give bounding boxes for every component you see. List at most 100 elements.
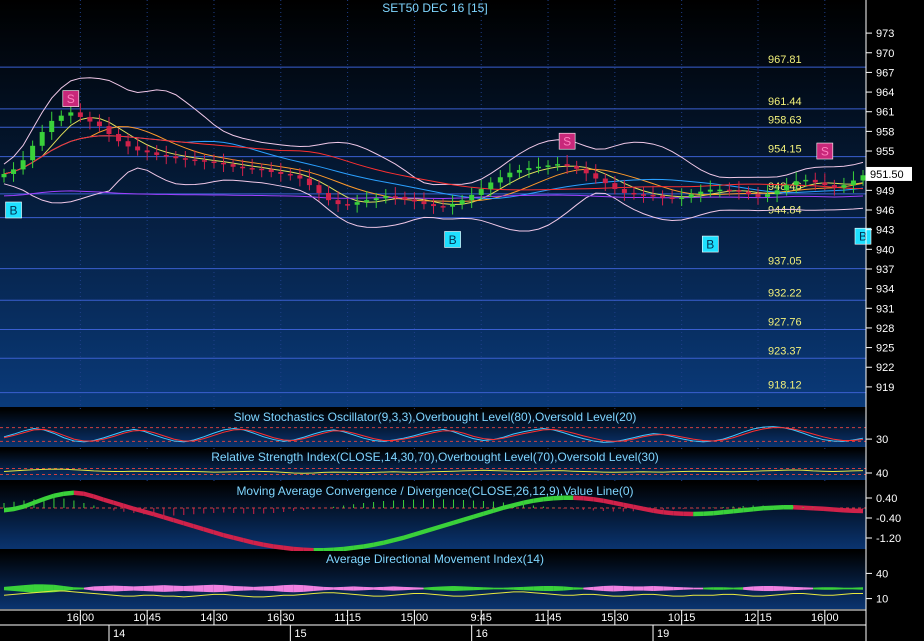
- price-level-label: 958.63: [768, 114, 802, 126]
- candle-body: [774, 190, 780, 195]
- time-tick-label: 16:00: [811, 612, 839, 624]
- candle-body: [154, 152, 160, 155]
- adx-di-segment: [833, 587, 844, 590]
- candle-body: [306, 178, 312, 186]
- candle-body: [96, 121, 102, 127]
- adx-title: Average Directional Movement Index(14): [326, 552, 544, 566]
- signal-marker-label: B: [449, 233, 457, 247]
- candle-body: [478, 189, 484, 195]
- candle-body: [421, 201, 427, 205]
- indicator-tick-label: 40: [876, 568, 888, 580]
- adx-di-segment: [553, 586, 564, 592]
- price-tick-label: 964: [876, 87, 894, 99]
- candle-body: [679, 197, 685, 200]
- macd-band-segment: [773, 505, 784, 510]
- candle-body: [326, 192, 332, 201]
- adx-di-segment: [483, 587, 494, 590]
- candle-body: [822, 182, 828, 186]
- price-tick-label: 943: [876, 225, 894, 237]
- adx-di-segment: [313, 586, 324, 592]
- price-level-label: 937.05: [768, 256, 802, 268]
- macd-band-segment: [683, 511, 694, 517]
- candle-body: [726, 189, 732, 192]
- candle-body: [77, 112, 83, 117]
- macd-band-segment: [563, 495, 574, 500]
- day-label: 15: [294, 628, 306, 640]
- candle-body: [58, 115, 64, 121]
- adx-di-segment: [533, 586, 544, 592]
- candle-body: [803, 179, 809, 182]
- price-level-label: 932.22: [768, 287, 802, 299]
- candle-body: [20, 160, 26, 170]
- candle-body: [392, 196, 398, 198]
- price-tick-label: 973: [876, 28, 894, 40]
- candle-body: [335, 200, 341, 205]
- macd-band-segment: [703, 511, 714, 516]
- candle-body: [765, 194, 771, 197]
- price-tick-label: 967: [876, 67, 894, 79]
- adx-di-segment: [813, 587, 824, 590]
- adx-di-segment: [263, 586, 274, 592]
- adx-di-segment: [73, 587, 84, 590]
- price-tick-label: 934: [876, 284, 894, 296]
- candle-body: [526, 168, 532, 171]
- rsi-title: Relative Strength Index(CLOSE,14,30,70),…: [211, 450, 659, 464]
- adx-di-segment: [593, 586, 604, 592]
- macd-band-segment: [843, 508, 854, 513]
- price-tick-label: 925: [876, 343, 894, 355]
- price-tick-label: 928: [876, 323, 894, 335]
- candle-body: [106, 126, 112, 134]
- stochastics-title: Slow Stochastics Oscillator(9,3,3),Overb…: [234, 410, 637, 424]
- adx-di-segment: [383, 586, 394, 591]
- candle-body: [574, 166, 580, 169]
- candle-body: [631, 192, 637, 195]
- adx-di-segment: [23, 584, 34, 593]
- candle-body: [555, 164, 561, 166]
- last-price-value: 951.50: [870, 169, 904, 181]
- candle-body: [240, 166, 246, 169]
- candle-body: [469, 194, 475, 201]
- time-tick-label: 9:45: [471, 612, 492, 624]
- adx-di-segment: [573, 587, 584, 590]
- adx-panel[interactable]: Average Directional Movement Index(14) 4…: [0, 551, 888, 609]
- time-tick-label: 11:15: [334, 612, 361, 624]
- adx-di-segment: [403, 586, 414, 591]
- candle-body: [364, 200, 370, 203]
- candle-body: [621, 189, 627, 193]
- rsi-panel[interactable]: Relative Strength Index(CLOSE,14,30,70),…: [0, 449, 888, 480]
- candle-body: [860, 175, 866, 181]
- candle-body: [784, 185, 790, 191]
- signal-marker-label: S: [821, 145, 829, 159]
- candle-body: [583, 168, 589, 174]
- macd-band-segment: [813, 506, 824, 511]
- candle-body: [507, 172, 513, 178]
- candle-body: [116, 134, 122, 142]
- day-label: 14: [113, 628, 125, 640]
- candle-body: [11, 169, 17, 174]
- adx-di-segment: [133, 586, 144, 592]
- stock-chart[interactable]: 967.81961.44958.63954.15948.46944.84937.…: [0, 0, 924, 641]
- macd-panel[interactable]: Moving Average Convergence / Divergence(…: [0, 482, 901, 553]
- candle-body: [39, 132, 45, 146]
- candle-body: [488, 182, 494, 190]
- candle-body: [259, 168, 265, 171]
- price-level-label: 918.12: [768, 380, 802, 392]
- adx-di-segment: [783, 586, 794, 591]
- price-tick-label: 970: [876, 48, 894, 60]
- adx-di-segment: [723, 587, 734, 590]
- candle-body: [221, 162, 227, 165]
- macd-band-segment: [853, 508, 863, 514]
- candle-body: [316, 185, 322, 193]
- candle-body: [163, 154, 169, 157]
- candle-body: [850, 180, 856, 186]
- candle-body: [669, 197, 675, 200]
- stochastics-panel[interactable]: Slow Stochastics Oscillator(9,3,3),Overb…: [0, 409, 888, 447]
- candle-body: [68, 112, 74, 116]
- macd-band-segment: [783, 505, 794, 510]
- macd-band-segment: [673, 511, 684, 516]
- adx-di-segment: [343, 586, 354, 591]
- adx-di-segment: [683, 587, 694, 590]
- indicator-tick-label: 10: [876, 594, 888, 606]
- candle-body: [192, 159, 198, 162]
- candle-body: [535, 166, 541, 169]
